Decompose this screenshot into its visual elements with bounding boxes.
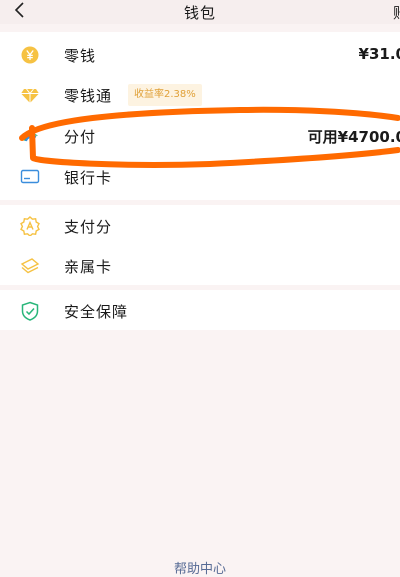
yield-badge: 收益率2.38% bbox=[128, 84, 202, 106]
fenfu-icon bbox=[22, 133, 38, 142]
top-bar: 钱包 账 bbox=[0, 0, 400, 24]
row-fenfu[interactable]: 分付 可用¥4700.0 bbox=[0, 115, 400, 155]
row-label: 支付分 bbox=[64, 218, 113, 236]
row-label: 零钱通 bbox=[64, 87, 113, 105]
coin-icon bbox=[21, 46, 39, 64]
row-family-card[interactable]: 亲属卡 bbox=[0, 245, 400, 285]
diamond-icon bbox=[21, 88, 39, 103]
row-label: 分付 bbox=[64, 128, 97, 146]
row-label: 银行卡 bbox=[64, 169, 113, 187]
row-security[interactable]: 安全保障 bbox=[0, 290, 400, 330]
page-title: 钱包 bbox=[183, 4, 216, 22]
fenfu-available: 可用¥4700.0 bbox=[307, 128, 400, 146]
shield-icon bbox=[21, 301, 39, 321]
payscore-icon bbox=[20, 216, 40, 236]
change-balance: ¥31.0 bbox=[358, 45, 400, 63]
bill-link[interactable]: 账 bbox=[393, 2, 400, 23]
security-group: 安全保障 bbox=[0, 290, 400, 330]
row-change[interactable]: 零钱 ¥31.0 bbox=[0, 34, 400, 74]
row-label: 亲属卡 bbox=[64, 258, 113, 276]
row-payscore[interactable]: 支付分 bbox=[0, 205, 400, 245]
bank-card-icon bbox=[20, 169, 40, 184]
credit-group: 支付分 亲属卡 bbox=[0, 205, 400, 285]
row-bank-card[interactable]: 银行卡 bbox=[0, 156, 400, 196]
row-label: 零钱 bbox=[64, 47, 97, 65]
row-lingqiantong[interactable]: 零钱通 收益率2.38% bbox=[0, 74, 400, 114]
family-card-icon bbox=[20, 258, 40, 274]
row-label: 安全保障 bbox=[64, 303, 129, 321]
wallet-group: 零钱 ¥31.0 零钱通 收益率2.38% 分付 可用¥4700.0 银行卡 bbox=[0, 32, 400, 200]
